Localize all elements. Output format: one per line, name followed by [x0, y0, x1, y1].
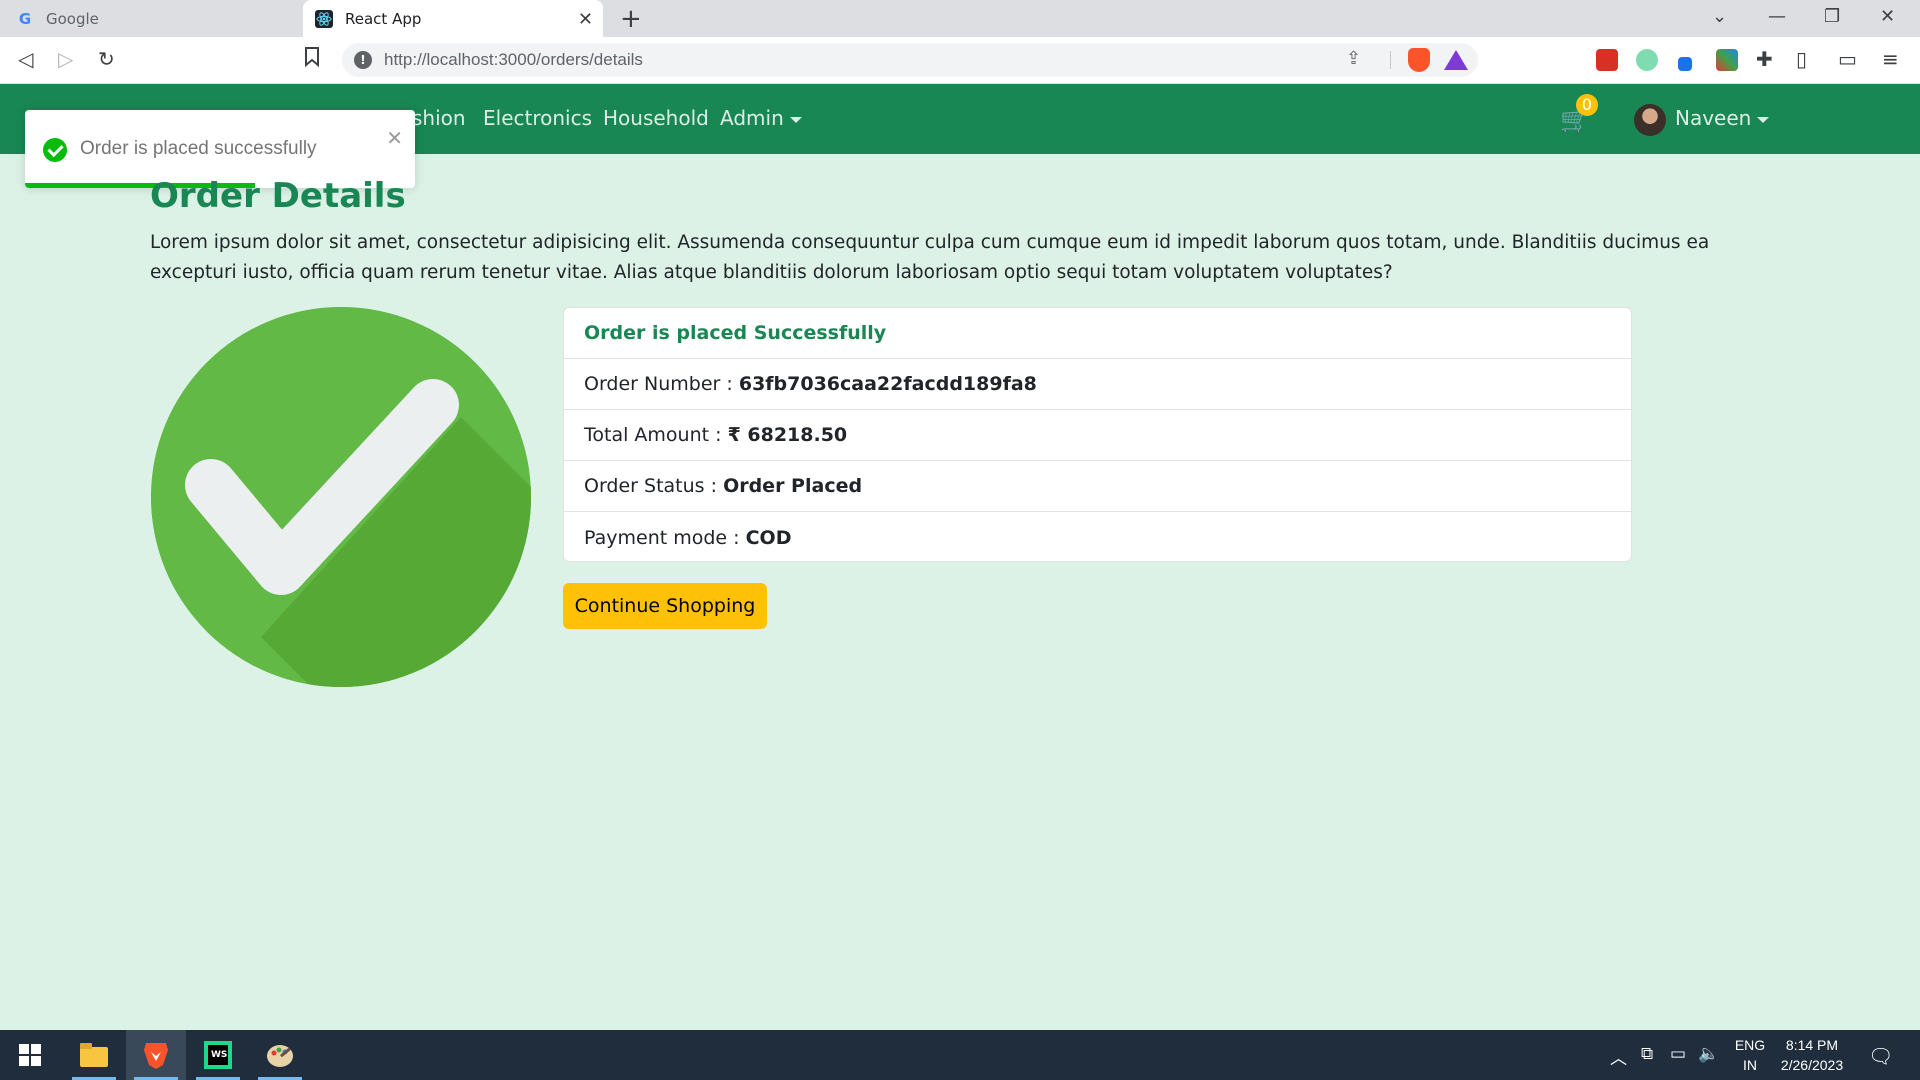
success-checkmark-icon	[151, 307, 531, 687]
url-text[interactable]: http://localhost:3000/orders/details	[384, 50, 643, 70]
brave-shields-icon[interactable]	[1408, 48, 1430, 72]
webstorm-icon[interactable]: WS	[188, 1030, 248, 1080]
nav-link-electronics[interactable]: Electronics	[483, 106, 592, 130]
extension-icon[interactable]	[1678, 57, 1692, 71]
region-code: IN	[1743, 1057, 1757, 1073]
browser-tab-google[interactable]: G Google	[0, 0, 303, 37]
back-icon[interactable]: ◁	[18, 47, 33, 71]
payment-mode-value: COD	[745, 526, 792, 549]
avatar[interactable]	[1634, 104, 1666, 136]
order-number-row: Order Number : 63fb7036caa22facdd189fa8	[564, 359, 1631, 410]
new-tab-icon[interactable]: +	[620, 4, 642, 34]
order-status-label: Order Status :	[584, 475, 724, 497]
clock-date: 2/26/2023	[1780, 1057, 1844, 1073]
notifications-icon[interactable]: 🗨	[1868, 1044, 1893, 1068]
chevron-down-icon	[1757, 116, 1770, 123]
toast-message: Order is placed successfully	[80, 138, 317, 159]
payment-mode-label: Payment mode :	[584, 526, 746, 549]
network-icon[interactable]: ▭	[1670, 1044, 1686, 1064]
order-number-label: Order Number :	[584, 373, 739, 395]
minimize-icon[interactable]: —	[1768, 6, 1786, 27]
total-amount-value: ₹ 68218.50	[727, 424, 848, 446]
paint-icon[interactable]	[250, 1030, 310, 1080]
browser-tab-title: Google	[46, 9, 99, 28]
page-title: Order Details	[150, 176, 406, 216]
clock-time: 8:14 PM	[1785, 1037, 1839, 1053]
extension-icon[interactable]	[1636, 49, 1658, 71]
brave-browser-icon[interactable]	[126, 1030, 186, 1080]
page-description: Lorem ipsum dolor sit amet, consectetur …	[150, 232, 1710, 283]
reload-icon[interactable]: ↻	[98, 47, 115, 71]
react-icon	[315, 9, 333, 28]
close-tab-icon[interactable]: ✕	[578, 9, 593, 30]
total-amount-label: Total Amount :	[584, 424, 728, 446]
success-check-icon	[43, 138, 67, 162]
share-icon[interactable]: ⇪	[1346, 48, 1361, 69]
windows-start-icon[interactable]	[0, 1030, 60, 1080]
menu-icon[interactable]: ≡	[1882, 47, 1899, 71]
restore-icon[interactable]: ❐	[1824, 6, 1840, 27]
browser-tab-title: React App	[345, 9, 422, 28]
continue-shopping-button[interactable]: Continue Shopping	[563, 583, 767, 629]
tab-search-icon[interactable]: ⌄	[1712, 6, 1727, 27]
clock[interactable]: 8:14 PM 2/26/2023	[1770, 1030, 1854, 1080]
address-bar[interactable]: ! http://localhost:3000/orders/details ⇪	[342, 43, 1478, 77]
volume-icon[interactable]: 🔈	[1698, 1044, 1719, 1064]
svg-text:WS: WS	[211, 1050, 227, 1060]
browser-tab-strip: G Google React App ✕ + ⌄ — ❐ ✕	[0, 0, 1920, 37]
sidebar-icon[interactable]: ▯	[1796, 47, 1807, 71]
close-window-icon[interactable]: ✕	[1880, 6, 1895, 27]
extension-icon[interactable]	[1716, 49, 1738, 71]
extension-icon[interactable]	[1596, 49, 1618, 71]
meet-now-icon[interactable]: ⧉	[1641, 1044, 1653, 1064]
nav-link-household[interactable]: Household	[603, 106, 709, 130]
user-name: Naveen	[1675, 106, 1752, 130]
google-icon: G	[18, 9, 32, 28]
payment-mode-row: Payment mode : COD	[564, 512, 1631, 563]
wallet-icon[interactable]: ▭	[1838, 47, 1857, 71]
brave-rewards-icon[interactable]	[1444, 50, 1468, 70]
bookmark-icon[interactable]	[304, 47, 320, 72]
order-status-value: Order Placed	[723, 475, 863, 497]
order-card-header: Order is placed Successfully	[564, 308, 1631, 359]
site-info-icon[interactable]: !	[354, 51, 372, 69]
user-menu[interactable]: Naveen	[1675, 106, 1770, 130]
close-toast-icon[interactable]: ✕	[386, 126, 403, 150]
browser-tab-react-app[interactable]: React App ✕	[303, 0, 603, 37]
total-amount-row: Total Amount : ₹ 68218.50	[564, 410, 1631, 461]
order-summary-card: Order is placed Successfully Order Numbe…	[563, 307, 1632, 562]
nav-link-fashion[interactable]: shion	[412, 106, 466, 130]
order-status-row: Order Status : Order Placed	[564, 461, 1631, 512]
chevron-down-icon	[789, 116, 802, 123]
language-code: ENG	[1734, 1037, 1766, 1053]
input-language-indicator[interactable]: ENG IN	[1730, 1030, 1770, 1080]
order-number-value: 63fb7036caa22facdd189fa8	[738, 373, 1037, 395]
os-taskbar: WS ︿ ⧉ ▭ 🔈 ENG IN 8:14 PM 2/26/2023 🗨	[0, 1030, 1920, 1080]
nav-link-admin[interactable]: Admin	[720, 106, 802, 130]
omnibox-divider	[1390, 51, 1391, 69]
chevron-up-icon[interactable]: ︿	[1610, 1044, 1627, 1069]
nav-link-admin-label: Admin	[720, 106, 784, 130]
order-success-heading: Order is placed Successfully	[584, 322, 887, 344]
browser-toolbar: ◁ ▷ ↻ ! http://localhost:3000/orders/det…	[0, 37, 1920, 84]
file-explorer-icon[interactable]	[64, 1030, 124, 1080]
puzzle-icon[interactable]: ✚	[1756, 47, 1773, 71]
forward-icon[interactable]: ▷	[58, 47, 73, 71]
cart-count-badge: 0	[1576, 94, 1598, 116]
